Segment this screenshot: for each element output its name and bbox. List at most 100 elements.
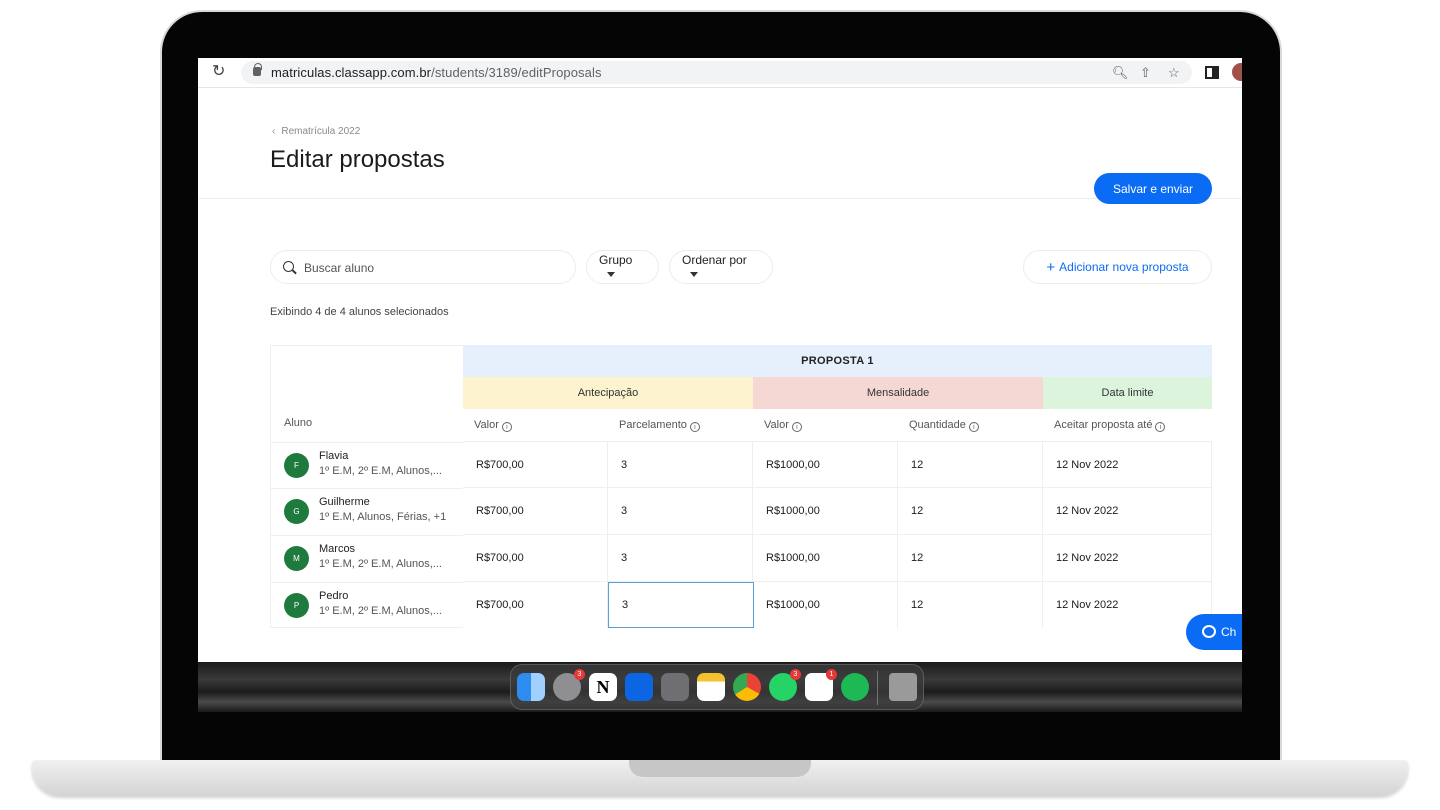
student-name: Marcos <box>319 543 356 555</box>
table-row: R$700,00 3 R$1000,00 12 12 Nov 2022 <box>463 487 1212 534</box>
group-header-data-limite: Data limite <box>1043 377 1212 409</box>
screen: ↻ matriculas.classapp.com.br/students/31… <box>198 58 1242 712</box>
proposals-table: Aluno F Flavia 1º E.M, 2º E.M, Alunos,..… <box>270 345 1212 628</box>
table-row: R$700,00 3 R$1000,00 12 12 Nov 2022 <box>463 534 1212 581</box>
notion-icon[interactable]: N <box>589 673 617 701</box>
sort-button[interactable]: Ordenar por <box>669 250 773 284</box>
student-row[interactable]: F Flavia 1º E.M, 2º E.M, Alunos,... <box>271 442 463 488</box>
info-icon[interactable]: i <box>689 422 700 432</box>
cell-quantidade[interactable]: 12 <box>898 582 1043 628</box>
notification-badge: 1 <box>826 669 837 680</box>
cell-valor-antecipacao[interactable]: R$700,00 <box>463 535 608 581</box>
cell-valor-mensalidade[interactable]: R$1000,00 <box>753 535 898 581</box>
group-header-mensalidade: Mensalidade <box>753 377 1043 409</box>
column-header-label: Quantidade <box>909 419 966 431</box>
bookmark-star-icon[interactable]: ☆ <box>1168 65 1180 81</box>
student-groups: 1º E.M, 2º E.M, Alunos,... <box>319 605 442 617</box>
chat-bubble-icon <box>1202 625 1216 638</box>
table-row: R$700,00 3 R$1000,00 12 12 Nov 2022 <box>463 441 1212 488</box>
info-icon[interactable]: i <box>791 422 802 432</box>
notes-icon[interactable] <box>697 673 725 701</box>
trello-icon[interactable] <box>625 673 653 701</box>
student-column-header: Aluno <box>284 417 313 429</box>
selection-count: Exibindo 4 de 4 alunos selecionados <box>270 306 449 318</box>
student-row[interactable]: G Guilherme 1º E.M, Alunos, Férias, +1 <box>271 488 463 534</box>
cell-quantidade[interactable]: 12 <box>898 488 1043 534</box>
column-header-aceitar: Aceitar proposta até i <box>1054 409 1166 442</box>
url-host: matriculas.classapp.com.br <box>271 65 432 80</box>
chat-button[interactable]: Ch <box>1186 614 1242 650</box>
group-header-antecipacao: Antecipação <box>463 377 753 409</box>
plus-icon: + <box>1046 258 1056 276</box>
address-bar[interactable]: matriculas.classapp.com.br/students/3189… <box>241 61 1192 84</box>
lock-icon <box>253 63 262 76</box>
breadcrumb-label: Rematrícula 2022 <box>281 126 361 137</box>
avatar: F <box>284 453 309 478</box>
cell-quantidade[interactable]: 12 <box>898 535 1043 581</box>
trash-icon[interactable] <box>889 673 917 701</box>
student-row[interactable]: P Pedro 1º E.M, 2º E.M, Alunos,... <box>271 582 463 628</box>
page-header: ‹ Rematrícula 2022 Editar propostas Salva… <box>198 88 1242 204</box>
cell-valor-antecipacao[interactable]: R$700,00 <box>463 488 608 534</box>
share-icon[interactable]: ⇧ <box>1140 65 1151 81</box>
cell-parcelamento[interactable]: 3 <box>608 535 753 581</box>
column-header-label: Valor <box>764 419 789 431</box>
column-header-valor: Valor i <box>474 409 512 442</box>
breadcrumb[interactable]: ‹ Rematrícula 2022 <box>272 126 360 137</box>
table-row: R$700,00 3 R$1000,00 12 12 Nov 2022 <box>463 581 1212 628</box>
cell-parcelamento-focused[interactable]: 3 <box>608 582 754 628</box>
laptop-notch <box>629 760 811 777</box>
info-icon[interactable]: i <box>501 422 512 432</box>
cell-data-limite[interactable]: 12 Nov 2022 <box>1043 442 1212 488</box>
student-row[interactable]: M Marcos 1º E.M, 2º E.M, Alunos,... <box>271 535 463 581</box>
student-groups: 1º E.M, 2º E.M, Alunos,... <box>319 465 442 477</box>
grid-right-border <box>1211 442 1212 628</box>
url-path: /students/3189/editProposals <box>431 65 602 80</box>
system-settings-icon[interactable]: 3 <box>553 669 585 701</box>
group-filter-label: Grupo <box>599 253 633 267</box>
column-header-quantidade: Quantidade i <box>909 409 979 442</box>
page-title: Editar propostas <box>270 146 445 173</box>
avatar: M <box>284 546 309 571</box>
cell-data-limite[interactable]: 12 Nov 2022 <box>1043 488 1212 534</box>
info-icon[interactable]: i <box>1155 422 1166 432</box>
chrome-icon[interactable] <box>733 673 761 701</box>
dock-separator <box>877 671 878 705</box>
student-groups: 1º E.M, 2º E.M, Alunos,... <box>319 558 442 570</box>
group-filter-button[interactable]: Grupo <box>586 250 659 284</box>
caret-down-icon <box>607 272 615 278</box>
notification-badge: 3 <box>574 669 585 680</box>
cell-valor-antecipacao[interactable]: R$700,00 <box>463 582 608 628</box>
cell-valor-mensalidade[interactable]: R$1000,00 <box>753 582 898 628</box>
cell-quantidade[interactable]: 12 <box>898 442 1043 488</box>
finder-icon[interactable] <box>517 673 545 701</box>
cell-parcelamento[interactable]: 3 <box>608 488 753 534</box>
search-box[interactable] <box>270 250 576 284</box>
student-name: Guilherme <box>319 496 370 508</box>
student-column: Aluno F Flavia 1º E.M, 2º E.M, Alunos,..… <box>270 345 463 628</box>
spotify-icon[interactable] <box>841 673 869 701</box>
cell-parcelamento[interactable]: 3 <box>608 442 753 488</box>
save-and-send-button[interactable]: Salvar e enviar <box>1094 173 1212 204</box>
launchpad-icon[interactable] <box>661 673 689 701</box>
add-proposal-button[interactable]: + Adicionar nova proposta <box>1023 250 1212 284</box>
add-proposal-label: Adicionar nova proposta <box>1059 259 1189 274</box>
cell-data-limite[interactable]: 12 Nov 2022 <box>1043 582 1212 628</box>
cell-data-limite[interactable]: 12 Nov 2022 <box>1043 535 1212 581</box>
avatar: P <box>284 593 309 618</box>
zoom-icon[interactable]: 🔍︎ <box>1112 65 1129 81</box>
side-panel-icon[interactable] <box>1205 66 1219 79</box>
search-icon <box>283 261 294 272</box>
slack-icon[interactable]: 1 <box>805 669 837 701</box>
avatar: G <box>284 499 309 524</box>
cell-valor-antecipacao[interactable]: R$700,00 <box>463 442 608 488</box>
url-text[interactable]: matriculas.classapp.com.br/students/3189… <box>271 65 602 80</box>
whatsapp-icon[interactable]: 3 <box>769 669 801 701</box>
cell-valor-mensalidade[interactable]: R$1000,00 <box>753 442 898 488</box>
search-input[interactable] <box>304 259 564 277</box>
reload-icon[interactable]: ↻ <box>212 63 230 81</box>
cell-valor-mensalidade[interactable]: R$1000,00 <box>753 488 898 534</box>
student-name: Pedro <box>319 590 349 602</box>
profile-avatar[interactable] <box>1232 63 1242 81</box>
info-icon[interactable]: i <box>968 422 979 432</box>
